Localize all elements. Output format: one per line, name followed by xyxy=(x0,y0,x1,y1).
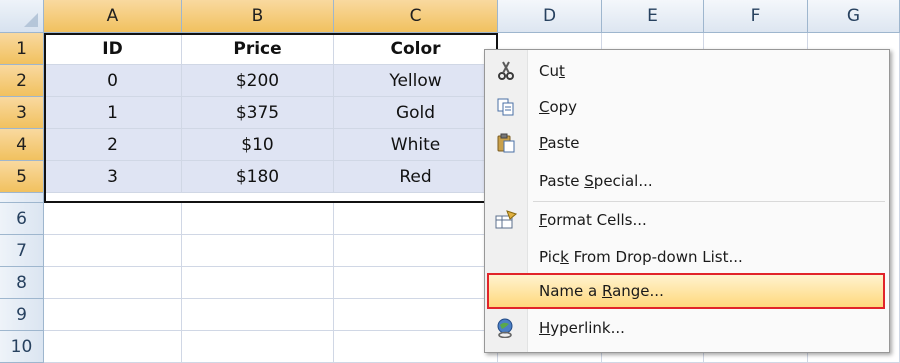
column-header-a[interactable]: A xyxy=(44,0,182,33)
cell-c4[interactable]: White xyxy=(334,129,498,161)
cell-c1[interactable]: Color xyxy=(334,33,498,65)
context-menu: Cut Copy Paste Paste Special... Format C… xyxy=(484,49,890,353)
select-all-corner[interactable] xyxy=(0,0,44,33)
cell-c3[interactable]: Gold xyxy=(334,97,498,129)
cell-b5[interactable]: $180 xyxy=(182,161,334,193)
menu-item-format-cells-label: Format Cells... xyxy=(539,211,647,229)
row-header-1[interactable]: 1 xyxy=(0,33,44,65)
cell-b4[interactable]: $10 xyxy=(182,129,334,161)
row-header-5[interactable]: 5 xyxy=(0,161,44,193)
cell-c6[interactable] xyxy=(334,203,498,235)
menu-item-pick-from-list[interactable]: Pick From Drop-down List... xyxy=(485,239,889,275)
menu-item-hyperlink-label: Hyperlink... xyxy=(539,319,625,337)
scissors-icon xyxy=(485,53,527,89)
cell-b8[interactable] xyxy=(182,267,334,299)
cell-a3[interactable]: 1 xyxy=(44,97,182,129)
format-cells-icon xyxy=(485,202,527,238)
row-header-gap xyxy=(0,193,44,203)
column-header-f[interactable]: F xyxy=(704,0,808,33)
row-header-6[interactable]: 6 xyxy=(0,203,44,235)
row-header-10[interactable]: 10 xyxy=(0,331,44,363)
copy-icon xyxy=(485,89,527,125)
row-header-4[interactable]: 4 xyxy=(0,129,44,161)
spreadsheet: A B C D E F G 1 2 3 4 5 6 7 8 9 10 ID Pr… xyxy=(0,0,900,363)
row-header-9[interactable]: 9 xyxy=(0,299,44,331)
cell-b9[interactable] xyxy=(182,299,334,331)
paste-icon xyxy=(485,125,527,161)
cell-b1[interactable]: Price xyxy=(182,33,334,65)
menu-item-name-a-range[interactable]: Name a Range... xyxy=(487,273,885,309)
menu-item-copy[interactable]: Copy xyxy=(485,89,889,125)
column-header-d[interactable]: D xyxy=(498,0,602,33)
column-header-b[interactable]: B xyxy=(182,0,334,33)
cell-b2[interactable]: $200 xyxy=(182,65,334,97)
cell-c10[interactable] xyxy=(334,331,498,363)
cell-c9[interactable] xyxy=(334,299,498,331)
column-header-c[interactable]: C xyxy=(334,0,498,33)
row-header-3[interactable]: 3 xyxy=(0,97,44,129)
menu-item-copy-label: Copy xyxy=(539,98,578,116)
cell-a1[interactable]: ID xyxy=(44,33,182,65)
cell-c5[interactable]: Red xyxy=(334,161,498,193)
column-header-e[interactable]: E xyxy=(602,0,704,33)
cell-a5[interactable]: 3 xyxy=(44,161,182,193)
cell-b7[interactable] xyxy=(182,235,334,267)
menu-item-format-cells[interactable]: Format Cells... xyxy=(485,202,889,238)
cell-a8[interactable] xyxy=(44,267,182,299)
menu-item-cut-label: Cut xyxy=(539,62,565,80)
menu-item-paste-special[interactable]: Paste Special... xyxy=(485,163,889,199)
menu-item-pick-from-list-label: Pick From Drop-down List... xyxy=(539,248,743,266)
cell-b10[interactable] xyxy=(182,331,334,363)
cell-a9[interactable] xyxy=(44,299,182,331)
cell-a2[interactable]: 0 xyxy=(44,65,182,97)
menu-item-paste[interactable]: Paste xyxy=(485,125,889,161)
row-header-2[interactable]: 2 xyxy=(0,65,44,97)
menu-item-name-a-range-label: Name a Range... xyxy=(539,282,664,300)
cell-a4[interactable]: 2 xyxy=(44,129,182,161)
row-header-8[interactable]: 8 xyxy=(0,267,44,299)
menu-item-paste-label: Paste xyxy=(539,134,580,152)
cell-a7[interactable] xyxy=(44,235,182,267)
cell-c2[interactable]: Yellow xyxy=(334,65,498,97)
menu-item-hyperlink[interactable]: Hyperlink... xyxy=(485,310,889,346)
column-header-g[interactable]: G xyxy=(808,0,900,33)
menu-item-paste-special-label: Paste Special... xyxy=(539,172,653,190)
menu-item-cut[interactable]: Cut xyxy=(485,53,889,89)
hyperlink-icon xyxy=(485,310,527,346)
cell-c7[interactable] xyxy=(334,235,498,267)
cell-a6[interactable] xyxy=(44,203,182,235)
row-header-7[interactable]: 7 xyxy=(0,235,44,267)
select-all-icon xyxy=(24,13,38,27)
cell-b6[interactable] xyxy=(182,203,334,235)
cell-a10[interactable] xyxy=(44,331,182,363)
cell-b3[interactable]: $375 xyxy=(182,97,334,129)
cell-c8[interactable] xyxy=(334,267,498,299)
